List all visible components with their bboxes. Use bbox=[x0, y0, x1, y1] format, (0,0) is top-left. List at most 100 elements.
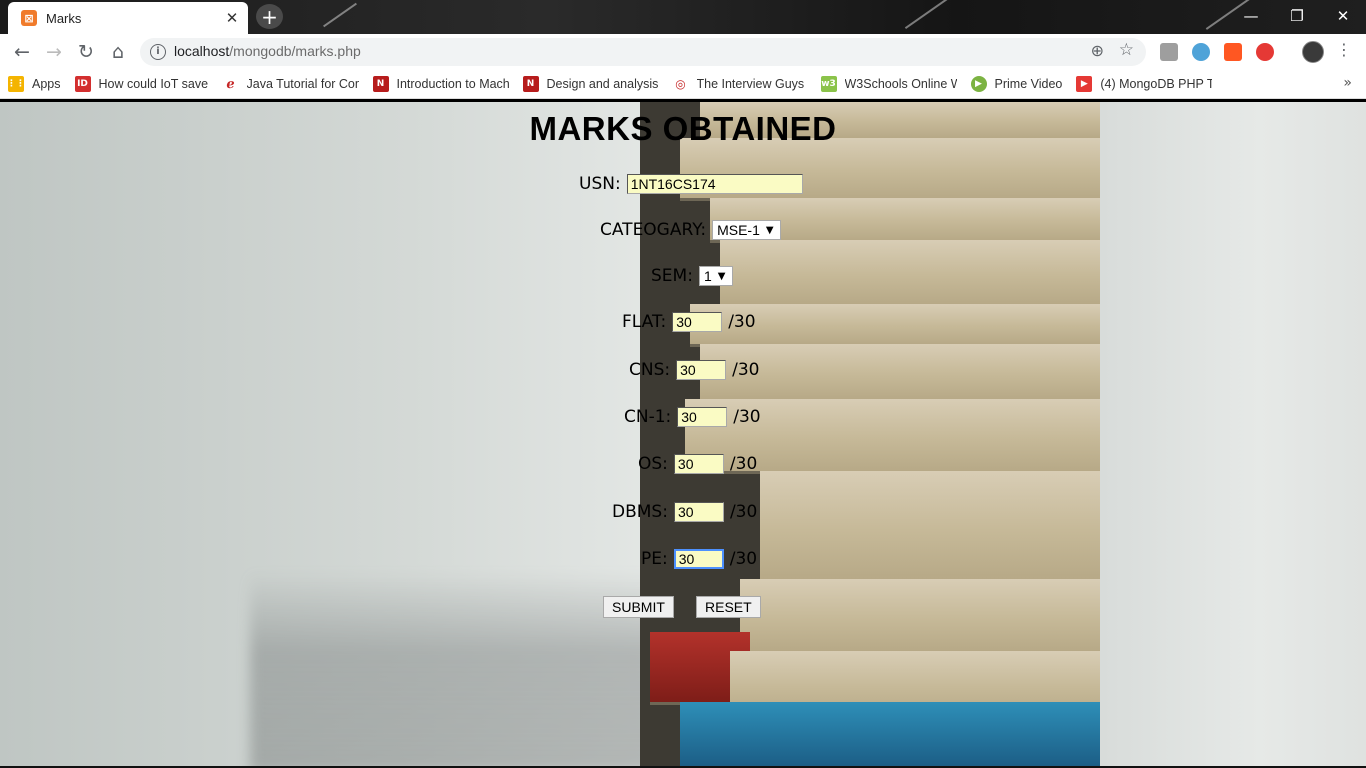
max-marks: /30 bbox=[729, 454, 758, 474]
dropdown-arrow-icon: ▼ bbox=[717, 270, 726, 282]
sem-select[interactable]: 1 ▼ bbox=[698, 266, 733, 286]
url-host: localhost bbox=[174, 43, 230, 59]
profile-avatar[interactable] bbox=[1302, 41, 1324, 63]
target-icon: ◎ bbox=[672, 76, 689, 92]
address-bar[interactable]: i localhost/mongodb/marks.php ⊕ ☆ bbox=[140, 38, 1146, 66]
subject-row-flat: FLAT: /30 bbox=[622, 310, 756, 334]
flat-marks-input[interactable] bbox=[672, 312, 723, 332]
extension-icon[interactable] bbox=[1256, 43, 1274, 61]
subject-label: CNS: bbox=[629, 360, 671, 380]
java-icon: ℯ bbox=[222, 76, 239, 92]
cns-marks-input[interactable] bbox=[676, 360, 727, 380]
home-icon[interactable]: ⌂ bbox=[105, 39, 131, 65]
tab-strip: ⊠ Marks ✕ + — ❐ ✕ bbox=[0, 0, 1366, 34]
subject-row-dbms: DBMS: /30 bbox=[612, 500, 757, 524]
book-layer bbox=[690, 304, 1150, 347]
book-spine-blue bbox=[680, 702, 1140, 766]
bookmark-label: Apps bbox=[32, 77, 61, 91]
subject-label: OS: bbox=[638, 454, 668, 474]
browser-toolbar: ← → ↻ ⌂ i localhost/mongodb/marks.php ⊕ … bbox=[0, 34, 1366, 70]
subject-row-pe: PE: /30 bbox=[641, 547, 757, 571]
bookmark-star-icon[interactable]: ☆ bbox=[1119, 40, 1134, 60]
bookmarks-overflow-icon[interactable]: » bbox=[1343, 75, 1352, 91]
close-window-icon[interactable]: ✕ bbox=[1320, 3, 1366, 29]
n-icon: N bbox=[372, 76, 389, 92]
new-tab-button[interactable]: + bbox=[256, 4, 283, 29]
iot-icon: ID bbox=[74, 76, 91, 92]
bookmark-apps[interactable]: ⋮⋮ Apps bbox=[0, 70, 67, 98]
url-path: /mongodb/marks.php bbox=[229, 43, 361, 59]
n-icon: N bbox=[522, 76, 539, 92]
category-row: CATEOGARY: MSE-1 ▼ bbox=[600, 218, 782, 242]
category-label: CATEOGARY: bbox=[600, 220, 707, 240]
bookmark-item[interactable]: ℯ Java Tutorial for Com bbox=[215, 70, 365, 98]
background-streak bbox=[904, 0, 956, 30]
bookmark-label: Introduction to Mach bbox=[396, 77, 509, 91]
extension-icon[interactable] bbox=[1224, 43, 1242, 61]
restore-icon[interactable]: ❐ bbox=[1274, 3, 1320, 29]
max-marks: /30 bbox=[732, 360, 760, 380]
url-text[interactable]: localhost/mongodb/marks.php bbox=[174, 43, 361, 59]
pe-marks-input[interactable] bbox=[673, 549, 724, 569]
dbms-marks-input[interactable] bbox=[673, 502, 724, 522]
dropdown-arrow-icon: ▼ bbox=[765, 224, 774, 236]
category-select[interactable]: MSE-1 ▼ bbox=[712, 220, 782, 240]
usn-label: USN: bbox=[579, 174, 621, 194]
sem-row: SEM: 1 ▼ bbox=[651, 264, 733, 288]
subject-label: FLAT: bbox=[622, 312, 667, 332]
browser-tab[interactable]: ⊠ Marks ✕ bbox=[8, 2, 248, 34]
back-arrow-icon[interactable]: ← bbox=[9, 39, 35, 65]
reset-button[interactable]: RESET bbox=[696, 596, 761, 618]
bookmark-item[interactable]: ▶ Prime Video bbox=[963, 70, 1069, 98]
close-tab-icon[interactable]: ✕ bbox=[222, 9, 242, 27]
bookmark-label: How could IoT save E bbox=[98, 77, 209, 91]
apps-grid-icon: ⋮⋮ bbox=[7, 76, 25, 92]
submit-button[interactable]: SUBMIT bbox=[603, 596, 674, 618]
reload-icon[interactable]: ↻ bbox=[73, 39, 99, 65]
background-panel bbox=[1100, 102, 1366, 766]
sem-label: SEM: bbox=[651, 266, 693, 286]
youtube-icon: ▶ bbox=[1076, 76, 1093, 92]
forward-arrow-icon[interactable]: → bbox=[41, 39, 67, 65]
page-viewport: MARKS OBTAINED USN: CATEOGARY: MSE-1 ▼ S… bbox=[0, 102, 1366, 766]
bookmark-item[interactable]: N Introduction to Mach bbox=[365, 70, 515, 98]
site-info-icon[interactable]: i bbox=[150, 44, 166, 60]
bookmark-item[interactable]: ◎ The Interview Guys - bbox=[665, 70, 813, 98]
w3schools-icon: w3 bbox=[820, 76, 837, 92]
extension-icon[interactable] bbox=[1160, 43, 1178, 61]
background-streak bbox=[323, 2, 357, 28]
os-marks-input[interactable] bbox=[673, 454, 724, 474]
xampp-icon: ⊠ bbox=[21, 10, 37, 26]
subject-row-os: OS: /30 bbox=[638, 452, 757, 476]
zoom-icon[interactable]: ⊕ bbox=[1091, 41, 1104, 60]
bookmark-item[interactable]: ▶ (4) MongoDB PHP Tu bbox=[1068, 70, 1218, 98]
book-layer bbox=[700, 344, 1160, 402]
usn-input[interactable] bbox=[626, 174, 803, 194]
max-marks: /30 bbox=[729, 502, 758, 522]
books-stack-image bbox=[640, 102, 1220, 766]
subject-row-cn1: CN-1: /30 bbox=[624, 405, 761, 429]
bookmark-label: Java Tutorial for Com bbox=[246, 77, 359, 91]
menu-dots-icon[interactable]: ⋮ bbox=[1336, 40, 1352, 59]
cn1-marks-input[interactable] bbox=[677, 407, 728, 427]
bookmark-item[interactable]: ID How could IoT save E bbox=[67, 70, 215, 98]
usn-row: USN: bbox=[579, 172, 803, 196]
bookmark-label: Prime Video bbox=[994, 77, 1063, 91]
tab-title: Marks bbox=[46, 10, 82, 26]
subject-label: PE: bbox=[641, 549, 668, 569]
page-title: MARKS OBTAINED bbox=[529, 110, 837, 147]
bookmark-item[interactable]: N Design and analysis o bbox=[515, 70, 665, 98]
max-marks: /30 bbox=[729, 549, 758, 569]
extension-icon[interactable] bbox=[1192, 43, 1210, 61]
subject-row-cns: CNS: /30 bbox=[629, 358, 759, 382]
category-selected-value: MSE-1 bbox=[717, 222, 760, 238]
bookmark-label: The Interview Guys - bbox=[696, 77, 807, 91]
bookmark-label: Design and analysis o bbox=[546, 77, 659, 91]
subject-label: DBMS: bbox=[612, 502, 668, 522]
bookmark-item[interactable]: w3 W3Schools Online W bbox=[813, 70, 963, 98]
max-marks: /30 bbox=[728, 312, 756, 332]
subject-label: CN-1: bbox=[624, 407, 672, 427]
sem-selected-value: 1 bbox=[703, 268, 712, 284]
bookmarks-bar: ⋮⋮ Apps ID How could IoT save E ℯ Java T… bbox=[0, 70, 1366, 99]
minimize-icon[interactable]: — bbox=[1228, 3, 1274, 29]
